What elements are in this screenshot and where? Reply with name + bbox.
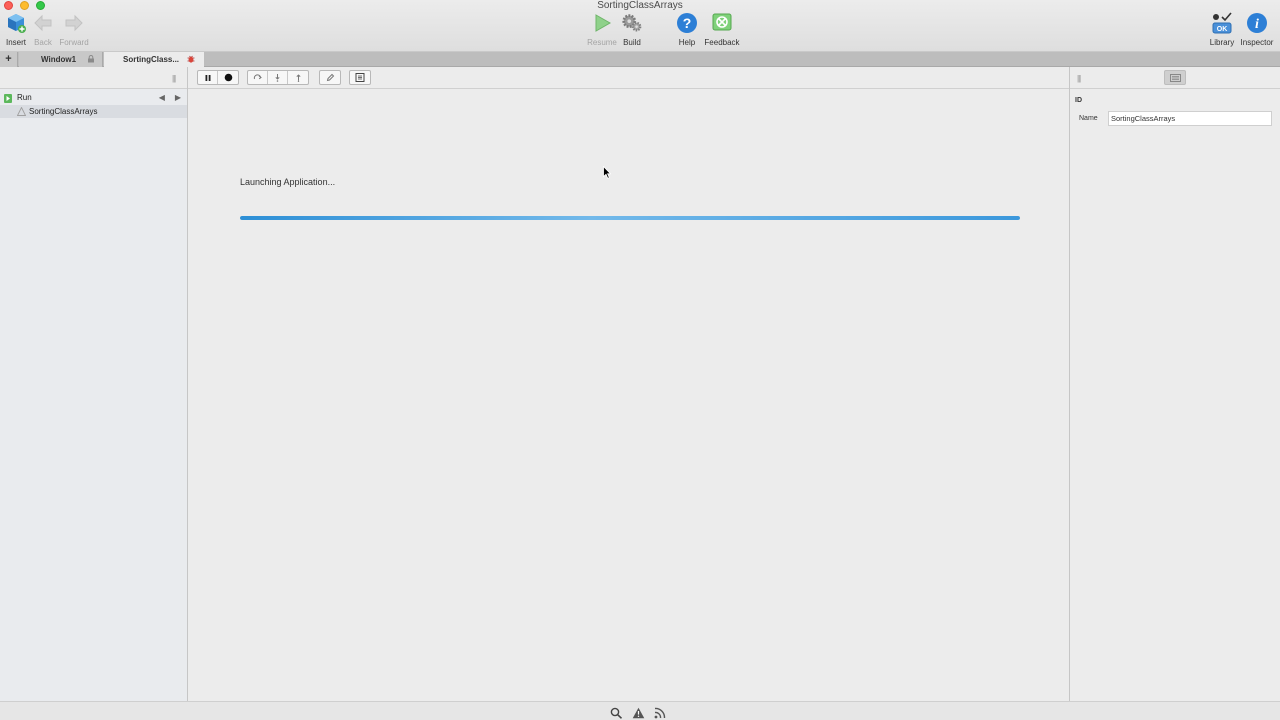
tab-label: Window1: [41, 55, 77, 64]
list-item[interactable]: SortingClassArrays: [0, 105, 187, 118]
mouse-pointer-icon: [603, 166, 611, 179]
forward-button[interactable]: Forward: [54, 12, 94, 50]
step-out-button[interactable]: [288, 71, 308, 84]
status-icons: [610, 706, 667, 719]
edit-controls: [319, 70, 341, 85]
run-group-header[interactable]: Run ◀ ▶: [0, 91, 187, 105]
step-over-icon: [253, 74, 262, 80]
window-title: SortingClassArrays: [597, 0, 683, 11]
view-controls: [349, 70, 371, 85]
edit-code-button[interactable]: [320, 71, 340, 84]
pencil-icon: [326, 73, 334, 82]
run-icon: [4, 94, 12, 103]
main-content: Launching Application...: [188, 67, 1069, 701]
inspector-header: |||: [1070, 67, 1280, 89]
forward-label: Forward: [59, 38, 89, 47]
arrow-right-icon: [63, 12, 85, 34]
step-out-icon: [295, 74, 301, 82]
tab-bar: + Window1 SortingClass...: [0, 52, 1280, 67]
toolbar: SortingClassArrays Insert Back Forward R…: [0, 0, 1280, 52]
inspector-label: Inspector: [1240, 38, 1274, 47]
launch-progress-fill: [240, 216, 1020, 220]
launch-progress-bar: [240, 216, 1020, 220]
library-label: Library: [1209, 38, 1235, 47]
stop-button[interactable]: [218, 71, 238, 84]
help-label: Help: [678, 38, 696, 47]
name-label: Name: [1079, 115, 1098, 122]
feedback-button[interactable]: Feedback: [702, 12, 742, 50]
play-icon: [591, 12, 613, 34]
launch-status-text: Launching Application...: [240, 177, 336, 187]
lock-icon: [88, 55, 94, 63]
inspector-resize-grip[interactable]: |||: [1077, 74, 1081, 83]
run-nav-arrows: ◀ ▶: [159, 91, 181, 105]
panel-icon: [355, 73, 365, 82]
run-label: Run: [17, 93, 32, 102]
gears-icon: [621, 12, 643, 34]
navigator-sidebar: ||| Run ◀ ▶ SortingClassArrays: [0, 67, 188, 701]
svg-text:i: i: [1255, 17, 1259, 32]
inspector-panel: ||| ID Name SortingClassArrays: [1069, 67, 1280, 701]
id-section-header: ID: [1075, 97, 1082, 104]
tab-sortingclassarrays[interactable]: SortingClass...: [104, 52, 204, 67]
debugger-panel-button[interactable]: [350, 71, 370, 84]
feedback-icon: [711, 12, 733, 34]
status-bar: [0, 701, 1280, 720]
help-button[interactable]: ? Help: [667, 12, 707, 50]
name-property-row: Name SortingClassArrays: [1070, 111, 1280, 127]
next-arrow-icon[interactable]: ▶: [175, 91, 181, 105]
name-field[interactable]: SortingClassArrays: [1108, 111, 1272, 126]
info-circle-icon: i: [1246, 12, 1268, 34]
sidebar-header: |||: [0, 67, 187, 89]
library-button[interactable]: OK Library: [1202, 12, 1242, 50]
inspector-properties-tab[interactable]: [1164, 70, 1186, 85]
previous-arrow-icon[interactable]: ◀: [159, 91, 165, 105]
tab-window1[interactable]: Window1: [19, 52, 103, 67]
bug-icon: [187, 55, 195, 63]
warning-icon[interactable]: [632, 706, 645, 719]
add-tab-button[interactable]: +: [0, 52, 18, 67]
build-button[interactable]: Build: [612, 12, 652, 50]
app-icon: [17, 107, 26, 116]
feed-icon[interactable]: [654, 706, 667, 719]
svg-text:OK: OK: [1217, 26, 1228, 33]
step-controls: [247, 70, 309, 85]
svg-text:?: ?: [683, 15, 692, 31]
step-over-button[interactable]: [248, 71, 268, 84]
pause-button[interactable]: [198, 71, 218, 84]
feedback-label: Feedback: [704, 38, 740, 47]
search-icon[interactable]: [610, 706, 623, 719]
question-circle-icon: ?: [676, 12, 698, 34]
list-item-label: SortingClassArrays: [29, 107, 98, 116]
inspector-button[interactable]: i Inspector: [1237, 12, 1277, 50]
run-controls: [197, 70, 239, 85]
step-in-icon: [275, 74, 280, 82]
arrow-left-icon: [32, 12, 54, 34]
properties-icon: [1169, 73, 1181, 82]
debug-toolbar: [188, 67, 1069, 89]
build-label: Build: [623, 38, 641, 47]
pause-icon: [205, 74, 210, 81]
tab-label: SortingClass...: [123, 55, 180, 64]
stop-icon: [224, 73, 232, 82]
library-icon: OK: [1211, 12, 1233, 34]
step-in-button[interactable]: [268, 71, 288, 84]
sidebar-resize-grip[interactable]: |||: [172, 74, 176, 83]
back-label: Back: [34, 38, 52, 47]
